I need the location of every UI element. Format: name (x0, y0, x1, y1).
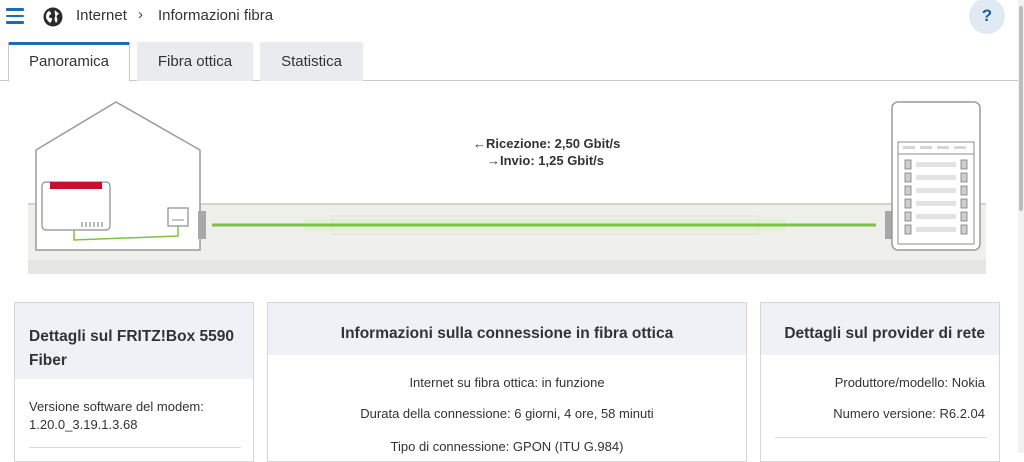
breadcrumb-internet[interactable]: Internet (76, 7, 127, 24)
card-fritzbox-details: Dettagli sul FRITZ!Box 5590 Fiber Versio… (14, 302, 254, 462)
breadcrumb-separator: › (138, 6, 143, 23)
card-fritzbox-header: Dettagli sul FRITZ!Box 5590 Fiber (15, 303, 253, 379)
card-provider-title: Dettagli sul provider di rete (784, 325, 985, 342)
help-button[interactable]: ? (969, 0, 1005, 34)
tab-panoramica[interactable]: Panoramica (8, 42, 130, 82)
wall-socket-icon (167, 207, 189, 227)
header-bar: Internet › Informazioni fibra ? (0, 0, 1024, 36)
card-connection-info: Informazioni sulla connessione in fibra … (267, 302, 747, 462)
card-provider-header: Dettagli sul provider di rete (761, 303, 999, 355)
modem-software-version: 1.20.0_3.19.1.3.68 (29, 417, 138, 432)
fiber-status: Internet su fibra ottica: in funzione (409, 375, 605, 390)
rx-rate: ←Ricezione: 2,50 Gbit/s (473, 136, 620, 151)
tab-bar: Panoramica Fibra ottica Statistica (0, 42, 1020, 82)
globe-icon (43, 7, 63, 27)
provider-version: Numero versione: R6.2.04 (833, 406, 985, 421)
rx-rate-label: Ricezione: 2,50 Gbit/s (486, 136, 621, 151)
card-fritzbox-title: Dettagli sul FRITZ!Box 5590 Fiber (29, 328, 234, 369)
fiber-diagram: ←Ricezione: 2,50 Gbit/s →Invio: 1,25 Gbi… (0, 90, 1020, 285)
card-divider (775, 437, 987, 438)
tx-rate: →Invio: 1,25 Gbit/s (487, 153, 604, 168)
fiber-diagram-graphic (28, 101, 986, 274)
card-provider-details: Dettagli sul provider di rete Produttore… (760, 302, 1000, 462)
page-title: Informazioni fibra (158, 7, 274, 24)
card-divider (29, 447, 241, 448)
tab-statistica[interactable]: Statistica (260, 42, 363, 81)
tx-arrow-icon: → (487, 153, 500, 168)
card-connection-title: Informazioni sulla connessione in fibra … (340, 325, 674, 342)
modem-software-label: Versione software del modem: (29, 399, 204, 414)
card-connection-header: Informazioni sulla connessione in fibra … (268, 303, 746, 355)
connection-duration: Durata della connessione: 6 giorni, 4 or… (360, 406, 654, 421)
provider-model: Produttore/modello: Nokia (834, 375, 985, 390)
connection-type: Tipo di connessione: GPON (ITU G.984) (390, 439, 624, 454)
rx-arrow-icon: ← (473, 136, 486, 151)
network-cabinet-icon (891, 101, 981, 251)
house-wall-plate (198, 211, 206, 239)
ground-bottom (28, 260, 986, 274)
tab-fibra-ottica[interactable]: Fibra ottica (137, 42, 253, 81)
tx-rate-label: Invio: 1,25 Gbit/s (500, 153, 605, 168)
router-icon (41, 181, 111, 231)
menu-icon[interactable] (6, 8, 24, 24)
